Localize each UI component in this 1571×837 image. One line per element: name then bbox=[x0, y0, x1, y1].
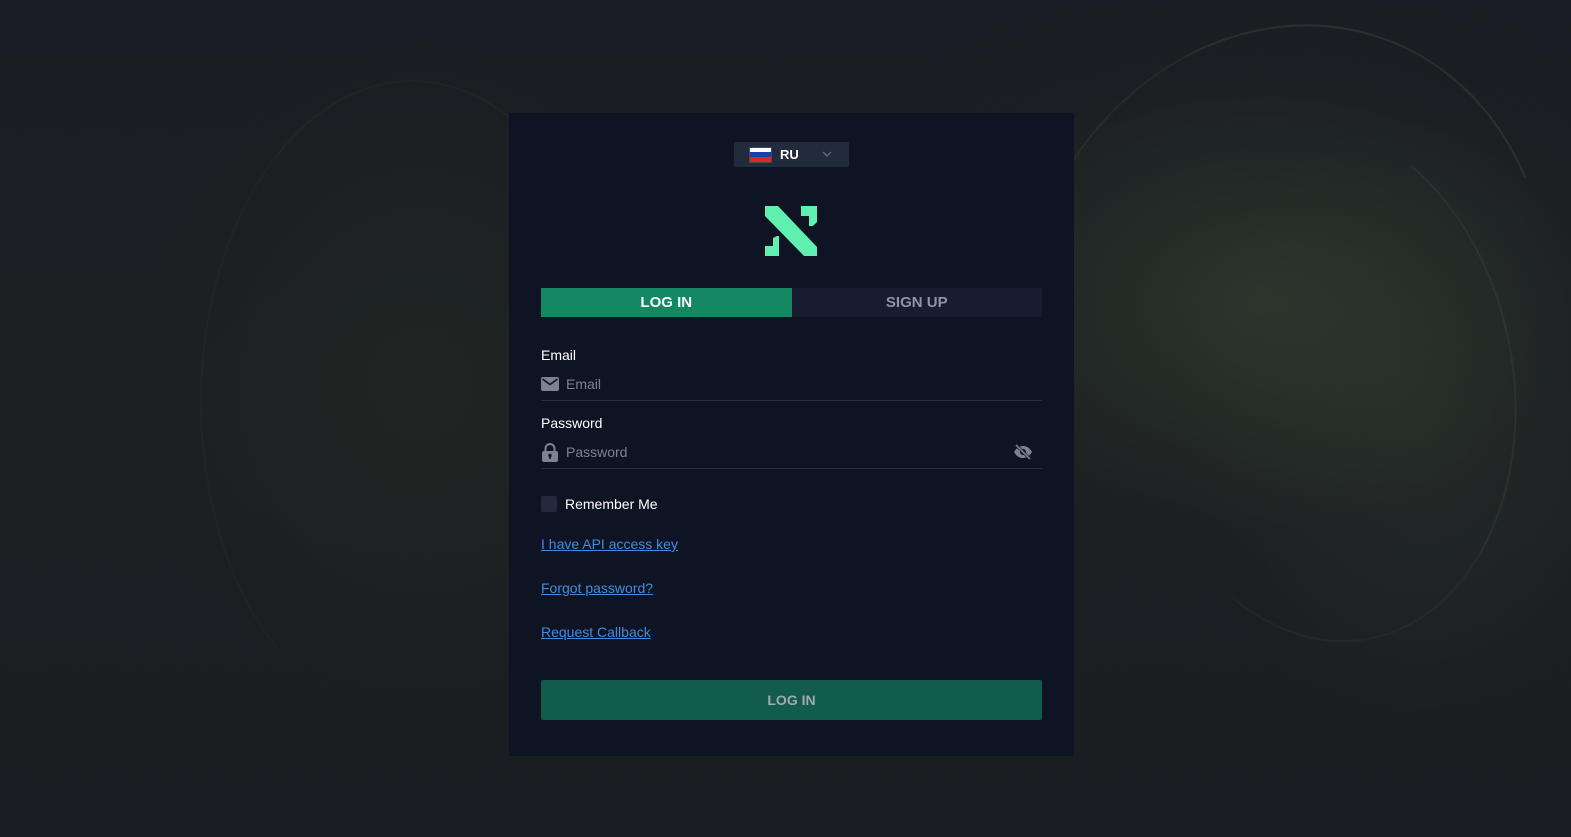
auth-tabs: LOG IN SIGN UP bbox=[541, 288, 1042, 317]
request-callback-link[interactable]: Request Callback bbox=[541, 624, 651, 640]
email-field-container bbox=[541, 368, 1042, 401]
tab-sign-up[interactable]: SIGN UP bbox=[791, 288, 1042, 317]
password-input[interactable] bbox=[566, 438, 1012, 466]
remember-me-label: Remember Me bbox=[565, 496, 658, 512]
tab-log-in[interactable]: LOG IN bbox=[541, 288, 792, 317]
api-access-key-link[interactable]: I have API access key bbox=[541, 536, 678, 552]
email-label: Email bbox=[541, 347, 577, 363]
email-input[interactable] bbox=[566, 370, 1042, 398]
log-in-button[interactable]: LOG IN bbox=[541, 680, 1042, 720]
language-code: RU bbox=[780, 147, 799, 162]
remember-me-checkbox[interactable] bbox=[541, 496, 557, 512]
forgot-password-link[interactable]: Forgot password? bbox=[541, 580, 653, 596]
lock-icon bbox=[541, 442, 559, 462]
password-field-container bbox=[541, 436, 1042, 469]
language-selector[interactable]: RU bbox=[734, 142, 849, 167]
background-decoration bbox=[1087, 90, 1557, 674]
remember-me: Remember Me bbox=[541, 496, 658, 512]
envelope-icon bbox=[541, 375, 559, 393]
password-label: Password bbox=[541, 415, 603, 431]
chevron-down-icon bbox=[822, 151, 832, 158]
russia-flag-icon bbox=[750, 147, 771, 162]
nakedb-logo-icon bbox=[765, 206, 817, 256]
eye-off-icon[interactable] bbox=[1012, 441, 1034, 463]
login-card: RU LOG IN SIGN UP Email Password bbox=[509, 113, 1074, 756]
